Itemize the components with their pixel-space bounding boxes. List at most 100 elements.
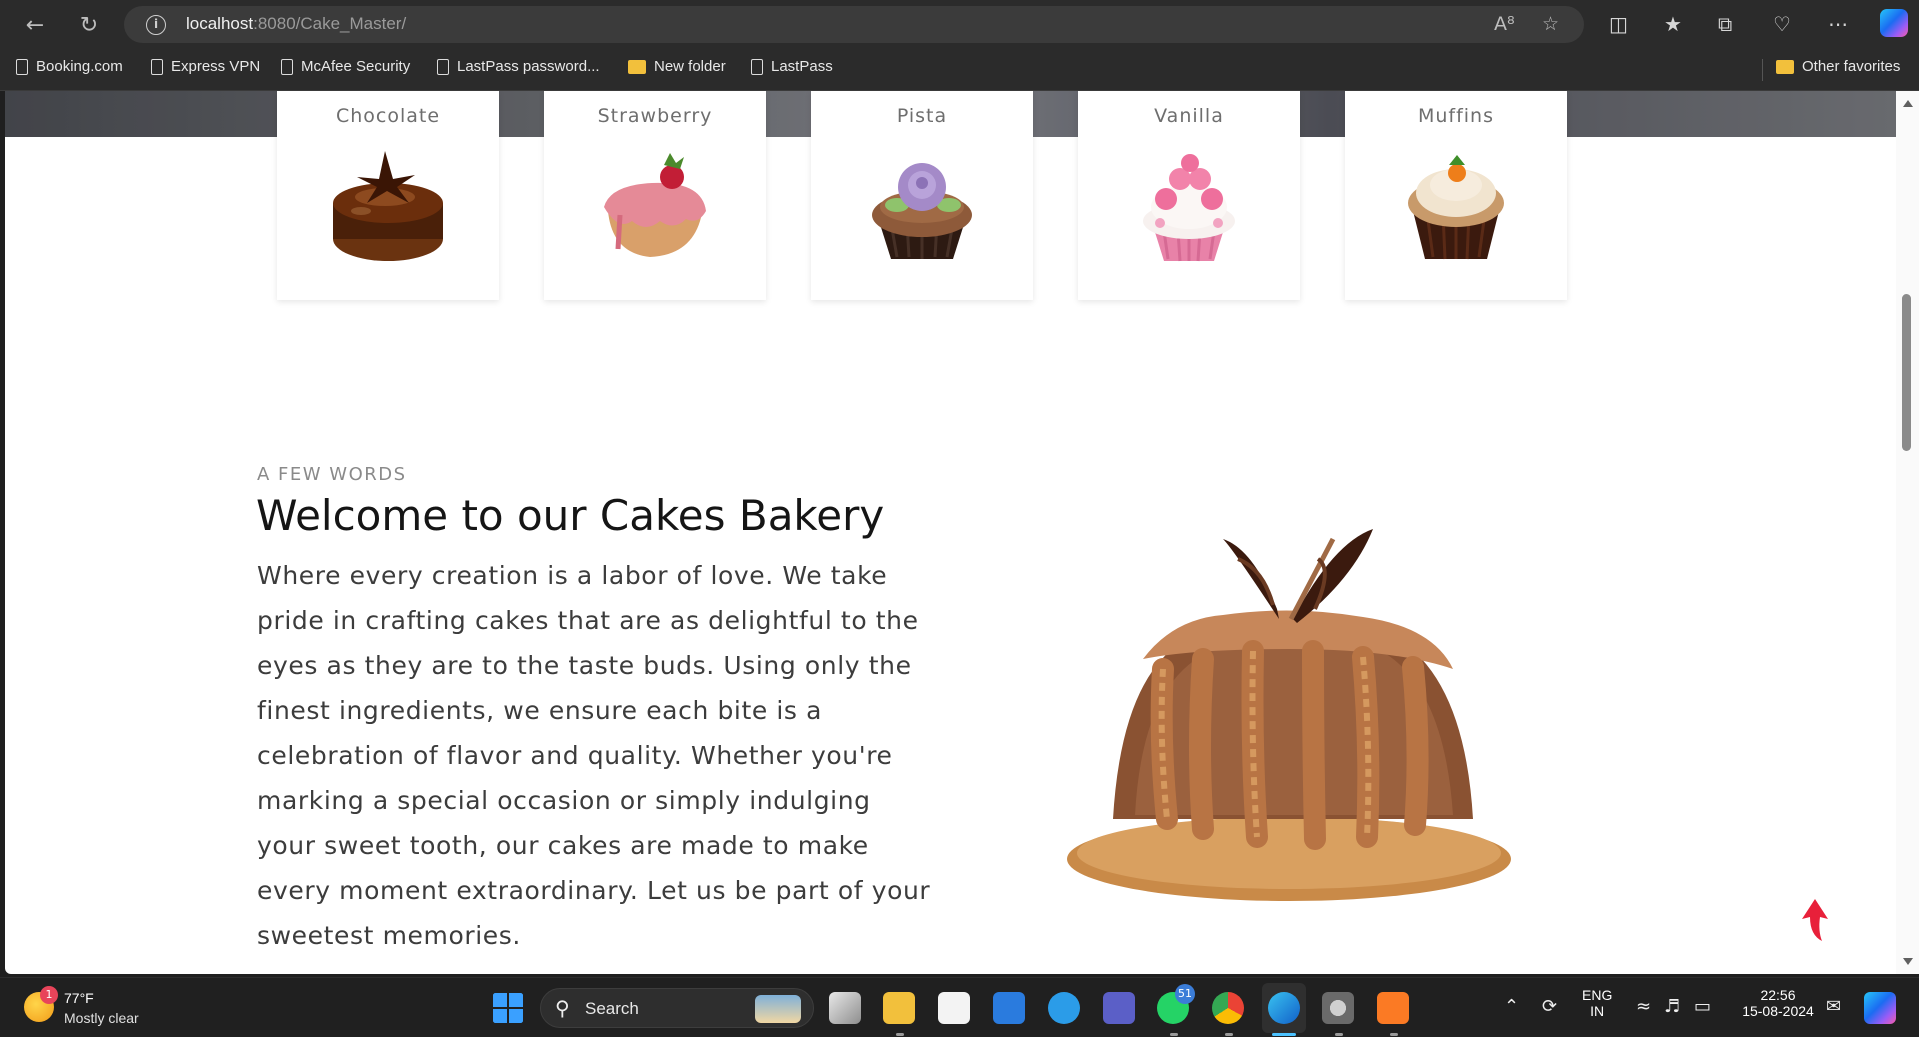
bookmark-label: LastPass password... bbox=[457, 58, 600, 75]
collections-icon[interactable]: ⧉ bbox=[1718, 12, 1732, 36]
browser-essentials-icon[interactable]: ♡ bbox=[1773, 12, 1791, 36]
show-hidden-icons-chevron-icon[interactable]: ⌃ bbox=[1504, 996, 1519, 1017]
weather-condition: Mostly clear bbox=[64, 1010, 139, 1026]
category-title: Chocolate bbox=[335, 105, 441, 127]
clock-time: 22:56 bbox=[1760, 987, 1796, 1003]
clock[interactable]: 22:56 15-08-2024 bbox=[1736, 987, 1820, 1019]
more-menu-icon[interactable]: ⋯ bbox=[1828, 12, 1848, 36]
clock-date: 15-08-2024 bbox=[1742, 1003, 1814, 1019]
whatsapp-icon[interactable]: 51 bbox=[1157, 984, 1195, 1024]
other-favorites[interactable]: Other favorites bbox=[1776, 58, 1900, 75]
volume-icon[interactable]: ♬ bbox=[1664, 996, 1680, 1017]
address-bar[interactable]: i localhost:8080/Cake_Master/ A⁸ ☆ bbox=[124, 6, 1584, 43]
bookmark-label: LastPass bbox=[771, 58, 833, 75]
bookmark-express-vpn[interactable]: Express VPN bbox=[151, 58, 260, 75]
pista-cake-image bbox=[872, 163, 972, 259]
back-arrow-icon[interactable]: ← bbox=[20, 10, 50, 40]
sync-icon[interactable]: ⟳ bbox=[1542, 996, 1557, 1017]
page-viewport: Chocolate Strawberry Pista Vanilla Muffi… bbox=[5, 91, 1896, 974]
category-title: Vanilla bbox=[1154, 105, 1224, 127]
category-card-chocolate[interactable]: Chocolate bbox=[277, 91, 499, 300]
about-eyebrow: A FEW WORDS bbox=[257, 464, 407, 485]
scrollbar-thumb[interactable] bbox=[1902, 294, 1911, 451]
category-title: Muffins bbox=[1417, 105, 1495, 127]
vanilla-cake-image bbox=[1143, 154, 1235, 262]
favorite-star-icon[interactable]: ☆ bbox=[1542, 13, 1559, 35]
windows-taskbar: 1 77°F Mostly clear ⚲ Search 51 ⌃ ⟳ ENG … bbox=[0, 977, 1919, 1037]
xampp-icon[interactable] bbox=[1377, 992, 1409, 1024]
active-indicator bbox=[1272, 1033, 1296, 1036]
favorites-list-icon[interactable]: ★ bbox=[1664, 12, 1682, 36]
url-text[interactable]: localhost:8080/Cake_Master/ bbox=[186, 14, 406, 34]
bookmark-label: Express VPN bbox=[171, 58, 261, 75]
category-card-vanilla[interactable]: Vanilla bbox=[1078, 91, 1300, 300]
bookmarks-divider bbox=[1762, 59, 1763, 81]
page-scrollbar[interactable] bbox=[1896, 91, 1919, 974]
url-path: :8080/Cake_Master/ bbox=[253, 14, 407, 33]
settings-gear-icon[interactable] bbox=[1322, 992, 1354, 1024]
running-indicator bbox=[1170, 1033, 1178, 1036]
get-help-icon[interactable] bbox=[1048, 992, 1080, 1024]
teams-icon[interactable] bbox=[1103, 992, 1135, 1024]
other-favorites-label: Other favorites bbox=[1802, 58, 1901, 75]
battery-icon[interactable]: ▭ bbox=[1694, 996, 1711, 1017]
category-card-strawberry[interactable]: Strawberry bbox=[544, 91, 766, 300]
wifi-icon[interactable]: ≈ bbox=[1636, 996, 1651, 1017]
about-paragraph: Where every creation is a labor of love.… bbox=[257, 561, 931, 950]
copilot-taskbar-icon[interactable] bbox=[1864, 992, 1896, 1024]
edge-icon[interactable] bbox=[1268, 992, 1300, 1024]
category-title: Pista bbox=[896, 105, 948, 127]
notifications-bell-icon[interactable]: ✉ bbox=[1826, 996, 1841, 1017]
page-icon bbox=[437, 58, 449, 75]
language-code: ENG bbox=[1582, 987, 1613, 1003]
url-host: localhost bbox=[186, 14, 254, 33]
strawberry-cake-image bbox=[604, 153, 706, 257]
chrome-icon[interactable] bbox=[1212, 992, 1244, 1024]
page-icon bbox=[281, 58, 293, 75]
refresh-icon[interactable]: ↻ bbox=[74, 10, 104, 40]
bookmark-lastpass-password[interactable]: LastPass password... bbox=[437, 58, 600, 75]
about-heading: Welcome to our Cakes Bakery bbox=[256, 491, 885, 540]
bookmark-mcafee[interactable]: McAfee Security bbox=[281, 58, 410, 75]
windows-start-icon[interactable] bbox=[492, 992, 524, 1024]
category-title: Strawberry bbox=[597, 105, 713, 127]
search-icon: ⚲ bbox=[555, 996, 570, 1020]
folder-icon bbox=[1776, 59, 1794, 74]
running-indicator bbox=[1225, 1033, 1233, 1036]
weather-temperature: 77°F bbox=[64, 990, 94, 1006]
search-highlight-image bbox=[755, 995, 801, 1023]
page-icon bbox=[151, 58, 163, 75]
desktop-screen: ← ↻ i localhost:8080/Cake_Master/ A⁸ ☆ ◫… bbox=[0, 0, 1919, 1037]
file-explorer-icon[interactable] bbox=[883, 992, 915, 1024]
category-card-pista[interactable]: Pista bbox=[811, 91, 1033, 300]
bookmark-label: New folder bbox=[654, 58, 726, 75]
browser-toolbar: ← ↻ i localhost:8080/Cake_Master/ A⁸ ☆ ◫… bbox=[0, 0, 1919, 49]
folder-icon bbox=[628, 59, 646, 74]
split-screen-icon[interactable]: ◫ bbox=[1609, 12, 1628, 36]
running-indicator bbox=[896, 1033, 904, 1036]
bookmark-booking[interactable]: Booking.com bbox=[16, 58, 123, 75]
scroll-down-arrow-icon[interactable] bbox=[1903, 958, 1913, 965]
bookmark-label: McAfee Security bbox=[301, 58, 411, 75]
bookmark-label: Booking.com bbox=[36, 58, 123, 75]
microsoft-store-icon[interactable] bbox=[938, 992, 970, 1024]
page-icon bbox=[751, 58, 763, 75]
bookmark-new-folder[interactable]: New folder bbox=[628, 58, 726, 75]
chocolate-cake-image bbox=[333, 151, 443, 261]
language-indicator[interactable]: ENG IN bbox=[1582, 987, 1612, 1019]
muffin-image bbox=[1408, 155, 1504, 260]
category-card-muffins[interactable]: Muffins bbox=[1345, 91, 1567, 300]
copilot-icon[interactable] bbox=[1880, 9, 1908, 37]
featured-chocolate-cake-image bbox=[1067, 529, 1511, 901]
myhp-icon[interactable] bbox=[993, 992, 1025, 1024]
read-aloud-icon[interactable]: A⁸ bbox=[1494, 13, 1515, 35]
taskbar-search-box[interactable]: ⚲ Search bbox=[540, 988, 814, 1028]
running-indicator bbox=[1335, 1033, 1343, 1036]
bookmark-lastpass[interactable]: LastPass bbox=[751, 58, 833, 75]
running-indicator bbox=[1390, 1033, 1398, 1036]
site-info-icon[interactable]: i bbox=[146, 15, 166, 35]
language-region: IN bbox=[1590, 1003, 1605, 1019]
task-view-icon[interactable] bbox=[829, 992, 861, 1024]
scroll-to-top-arrow-icon[interactable] bbox=[1800, 897, 1830, 943]
scroll-up-arrow-icon[interactable] bbox=[1903, 100, 1913, 107]
